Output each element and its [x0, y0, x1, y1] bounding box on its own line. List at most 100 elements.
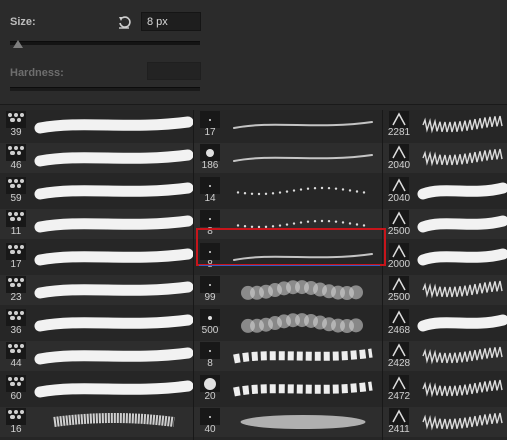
brush-preset[interactable]: 16	[0, 407, 193, 437]
brush-thumbnail-icon	[200, 408, 220, 425]
hardness-slider-track	[10, 87, 200, 91]
brush-thumbnail-icon	[389, 375, 409, 392]
brush-size-label: 59	[10, 193, 22, 204]
brush-stroke-preview	[417, 211, 507, 237]
brush-column-2: 1718614889950082040	[194, 110, 382, 440]
hardness-input	[147, 62, 201, 80]
brush-size-label: 2500	[387, 226, 411, 237]
brush-thumbnail-icon	[200, 177, 220, 194]
brush-preset[interactable]: 2500	[383, 209, 507, 239]
brush-stroke-preview	[228, 310, 378, 336]
brush-stroke-preview	[34, 178, 194, 204]
brush-preset[interactable]: 39	[0, 110, 194, 140]
brush-size-label: 39	[10, 127, 22, 138]
brush-stroke-preview	[417, 310, 507, 336]
brush-preset[interactable]: 36	[0, 308, 194, 338]
brush-preset[interactable]: 14	[194, 176, 382, 206]
selected-brush-underline	[199, 265, 380, 266]
brush-stroke-preview	[228, 178, 378, 204]
size-input[interactable]: 8 px	[141, 12, 201, 31]
brush-preset[interactable]: 11	[0, 209, 194, 239]
size-label: Size:	[10, 16, 36, 28]
brush-stroke-preview	[34, 376, 194, 402]
brush-preset[interactable]: 20	[194, 374, 382, 404]
brush-thumbnail-icon	[6, 408, 26, 425]
brush-size-label: 60	[10, 391, 22, 402]
brush-preset[interactable]: 2468	[383, 308, 507, 338]
brush-stroke-preview	[228, 343, 378, 369]
brush-size-label: 17	[204, 127, 216, 138]
brush-column-3: 2281 2040 2040 2500 2000 2500 2468 2428 2472 2411	[383, 110, 507, 440]
brush-preset-list: 39465911172336446016 1718614889950082040…	[0, 110, 507, 440]
brush-preset[interactable]: 2428	[383, 341, 507, 371]
brush-stroke-preview	[417, 244, 507, 270]
brush-stroke-preview	[34, 277, 194, 303]
brush-size-label: 2428	[387, 358, 411, 369]
brush-thumbnail-icon	[6, 177, 26, 194]
brush-size-label: 2468	[387, 325, 411, 336]
brush-size-label: 2040	[387, 193, 411, 204]
brush-preset[interactable]: 500	[194, 308, 382, 338]
hardness-label: Hardness:	[10, 67, 64, 79]
brush-thumbnail-icon	[200, 210, 220, 227]
brush-stroke-preview	[228, 112, 378, 138]
brush-stroke-preview	[34, 343, 194, 369]
brush-stroke-preview	[34, 211, 194, 237]
size-slider-track[interactable]	[10, 41, 200, 45]
brush-preset[interactable]: 8	[194, 341, 382, 371]
brush-stroke-preview	[228, 145, 378, 171]
brush-stroke-preview	[417, 409, 507, 435]
brush-preset[interactable]: 46	[0, 143, 194, 173]
brush-preset[interactable]: 186	[194, 143, 382, 173]
brush-preset[interactable]: 17	[0, 242, 194, 272]
brush-thumbnail-icon	[6, 309, 26, 326]
brush-thumbnail-icon	[6, 276, 26, 293]
brush-size-label: 2281	[387, 127, 411, 138]
brush-stroke-preview	[228, 376, 378, 402]
brush-preset[interactable]: 44	[0, 341, 194, 371]
brush-size-label: 2500	[387, 292, 411, 303]
brush-thumbnail-icon	[389, 243, 409, 260]
size-slider-thumb[interactable]	[12, 40, 23, 48]
brush-preset[interactable]: 60	[0, 374, 194, 404]
brush-options-bar: Size: 8 px Hardness:	[0, 0, 507, 104]
brush-size-label: 23	[10, 292, 22, 303]
brush-thumbnail-icon	[200, 111, 220, 128]
brush-thumbnail-icon	[389, 276, 409, 293]
brush-size-label: 186	[201, 160, 219, 171]
brush-thumbnail-icon	[6, 210, 26, 227]
brush-size-label: 46	[10, 160, 22, 171]
brush-thumbnail-icon	[6, 342, 26, 359]
brush-thumbnail-icon	[6, 243, 26, 260]
brush-size-label: 44	[10, 358, 22, 369]
reset-size-icon[interactable]	[116, 14, 132, 30]
brush-preset[interactable]: 2411	[383, 407, 507, 437]
brush-size-label: 8	[207, 358, 213, 369]
brush-thumbnail-icon	[200, 375, 220, 392]
brush-preset[interactable]: 2000	[383, 242, 507, 272]
brush-stroke-preview	[417, 112, 507, 138]
brush-thumbnail-icon	[389, 408, 409, 425]
brush-size-label: 14	[204, 193, 216, 204]
brush-stroke-preview	[34, 145, 194, 171]
brush-size-label: 2040	[387, 160, 411, 171]
brush-preset[interactable]: 2500	[383, 275, 507, 305]
brush-size-label: 17	[10, 259, 22, 270]
brush-preset[interactable]: 17	[194, 110, 382, 140]
brush-preset[interactable]: 59	[0, 176, 194, 206]
brush-thumbnail-icon	[6, 144, 26, 161]
brush-preset[interactable]: 2040	[383, 176, 507, 206]
brush-preset[interactable]: 40	[194, 407, 382, 437]
brush-thumbnail-icon	[6, 375, 26, 392]
brush-preset[interactable]: 2472	[383, 374, 507, 404]
brush-stroke-preview	[417, 376, 507, 402]
brush-preset[interactable]: 2040	[383, 143, 507, 173]
brush-preset[interactable]: 23	[0, 275, 194, 305]
brush-thumbnail-icon	[200, 342, 220, 359]
brush-preset[interactable]: 2281	[383, 110, 507, 140]
brush-thumbnail-icon	[389, 210, 409, 227]
brush-column-1: 39 46 59 11 17 23 36 44 60 16	[0, 110, 194, 440]
brush-thumbnail-icon	[6, 111, 26, 128]
brush-preset[interactable]: 99	[194, 275, 382, 305]
brush-size-label: 500	[201, 325, 219, 336]
